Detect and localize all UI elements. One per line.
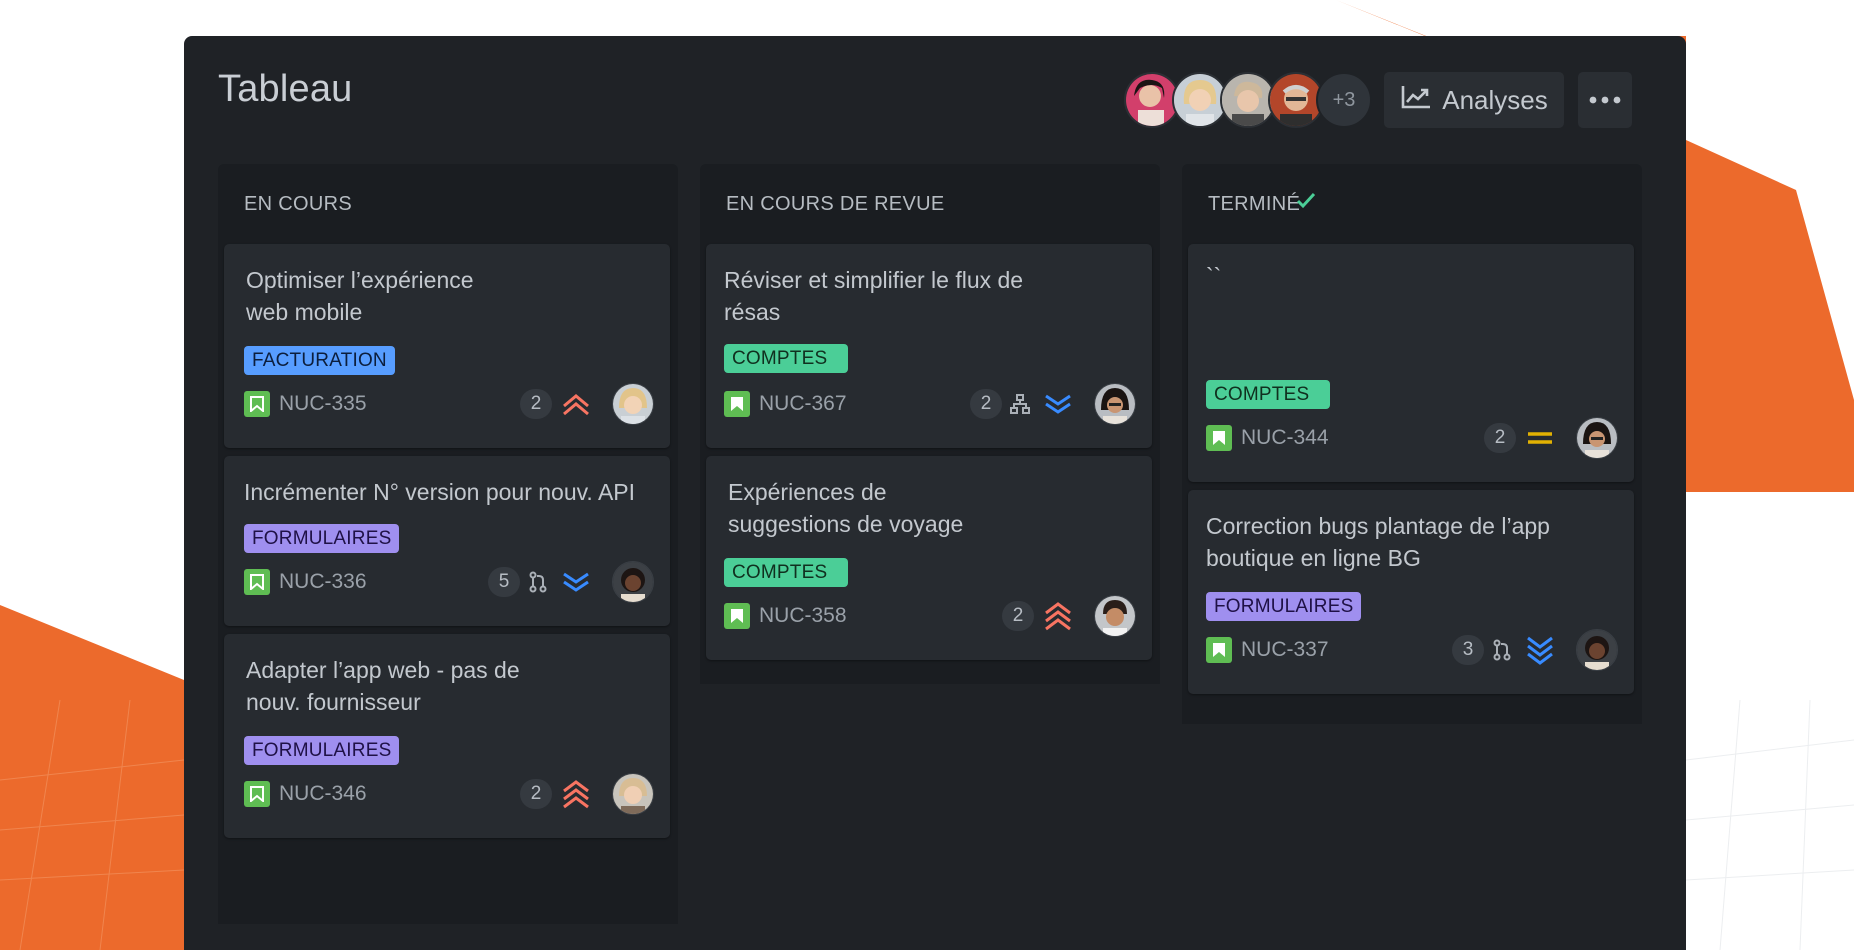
priority-highest-icon [1040,598,1076,634]
story-icon [1206,637,1232,663]
issue-key[interactable]: NUC-335 [279,392,367,416]
assignee-avatar[interactable] [1094,383,1136,425]
assignee-avatar[interactable] [1094,595,1136,637]
label-tag[interactable]: FACTURATION [244,346,395,375]
story-icon [244,391,270,417]
card-title: Correction bugs plantage de l’app boutiq… [1206,513,1550,571]
analytics-button[interactable]: Analyses [1384,72,1564,128]
board-panel: Tableau +3 Analyses EN COURS Optimiser l… [184,36,1686,950]
priority-high-icon [558,386,594,422]
issue-card[interactable]: Optimiser l’expérience web mobile FACTUR… [224,244,670,448]
priority-lowest-icon [1522,632,1558,668]
column-title: EN COURS [244,192,352,215]
card-title: Optimiser l’expérience web mobile [246,267,474,325]
card-footer: NUC-335 2 [244,382,654,426]
issue-card[interactable]: `` COMPTES NUC-344 2 [1188,244,1634,482]
label-tag[interactable]: FORMULAIRES [1206,592,1362,621]
label-tag[interactable]: COMPTES [724,558,848,587]
story-points-badge: 2 [1002,601,1034,631]
card-footer: NUC-344 2 [1206,416,1618,460]
issue-key[interactable]: NUC-346 [279,782,367,806]
card-footer: NUC-336 5 [244,560,654,604]
priority-highest-icon [558,776,594,812]
label-tag[interactable]: FORMULAIRES [244,736,400,765]
more-horizontal-icon [1589,91,1621,109]
priority-low-icon [558,564,594,600]
label-tag[interactable]: COMPTES [1206,380,1330,409]
issue-key[interactable]: NUC-344 [1241,426,1329,450]
card-footer: NUC-337 3 [1206,628,1618,672]
story-icon [1206,425,1232,451]
story-icon [724,603,750,629]
card-footer: NUC-346 2 [244,772,654,816]
issue-key[interactable]: NUC-337 [1241,638,1329,662]
assignee-avatar[interactable] [1576,417,1618,459]
issue-key[interactable]: NUC-358 [759,604,847,628]
issue-card[interactable]: Correction bugs plantage de l’app boutiq… [1188,490,1634,694]
analytics-label: Analyses [1442,84,1548,115]
assignee-avatar[interactable] [612,383,654,425]
assignee-avatar[interactable] [612,561,654,603]
card-title: Incrémenter N° version pour nouv. API [244,479,636,505]
column-title: TERMINÉ [1208,192,1301,215]
story-icon [244,569,270,595]
priority-medium-icon [1522,420,1558,456]
story-points-badge: 3 [1452,635,1484,665]
story-icon [244,781,270,807]
story-points-badge: 2 [970,389,1002,419]
story-points-badge: 2 [1484,423,1516,453]
story-points-badge: 5 [488,567,520,597]
column-en-cours-de-revue: EN COURS DE REVUE Réviser et simplifier … [700,164,1160,684]
hierarchy-icon [1006,389,1034,419]
more-options-button[interactable] [1578,72,1632,128]
check-icon [1296,191,1316,215]
issue-card[interactable]: Incrémenter N° version pour nouv. API FO… [224,456,670,626]
issue-card[interactable]: Expériences de suggestions de voyage COM… [706,456,1152,660]
assignee-avatar[interactable] [612,773,654,815]
issue-key[interactable]: NUC-367 [759,392,847,416]
label-tag[interactable]: FORMULAIRES [244,524,400,553]
priority-low-icon [1040,386,1076,422]
member-avatars[interactable]: +3 [1124,72,1372,128]
label-tag[interactable]: COMPTES [724,344,848,373]
more-members-badge[interactable]: +3 [1316,72,1372,128]
issue-card[interactable]: Réviser et simplifier le flux de résas C… [706,244,1152,448]
chart-trend-icon [1400,84,1432,117]
pull-request-icon [1488,635,1516,665]
card-title: `` [1206,263,1222,289]
column-termine: TERMINÉ `` COMPTES NUC-344 2 Correction … [1182,164,1642,724]
column-en-cours: EN COURS Optimiser l’expérience web mobi… [218,164,678,924]
story-points-badge: 2 [520,389,552,419]
column-header: TERMINÉ [1182,164,1642,244]
story-icon [724,391,750,417]
card-footer: NUC-358 2 [724,594,1136,638]
page-title: Tableau [218,68,353,110]
card-title: Expériences de suggestions de voyage [728,479,964,537]
issue-card[interactable]: Adapter l’app web - pas de nouv. fournis… [224,634,670,838]
card-title: Adapter l’app web - pas de nouv. fournis… [246,657,520,715]
pull-request-icon [524,567,552,597]
card-title: Réviser et simplifier le flux de résas [724,267,1024,325]
issue-key[interactable]: NUC-336 [279,570,367,594]
column-title: EN COURS DE REVUE [726,192,945,215]
story-points-badge: 2 [520,779,552,809]
card-footer: NUC-367 2 [724,382,1136,426]
assignee-avatar[interactable] [1576,629,1618,671]
